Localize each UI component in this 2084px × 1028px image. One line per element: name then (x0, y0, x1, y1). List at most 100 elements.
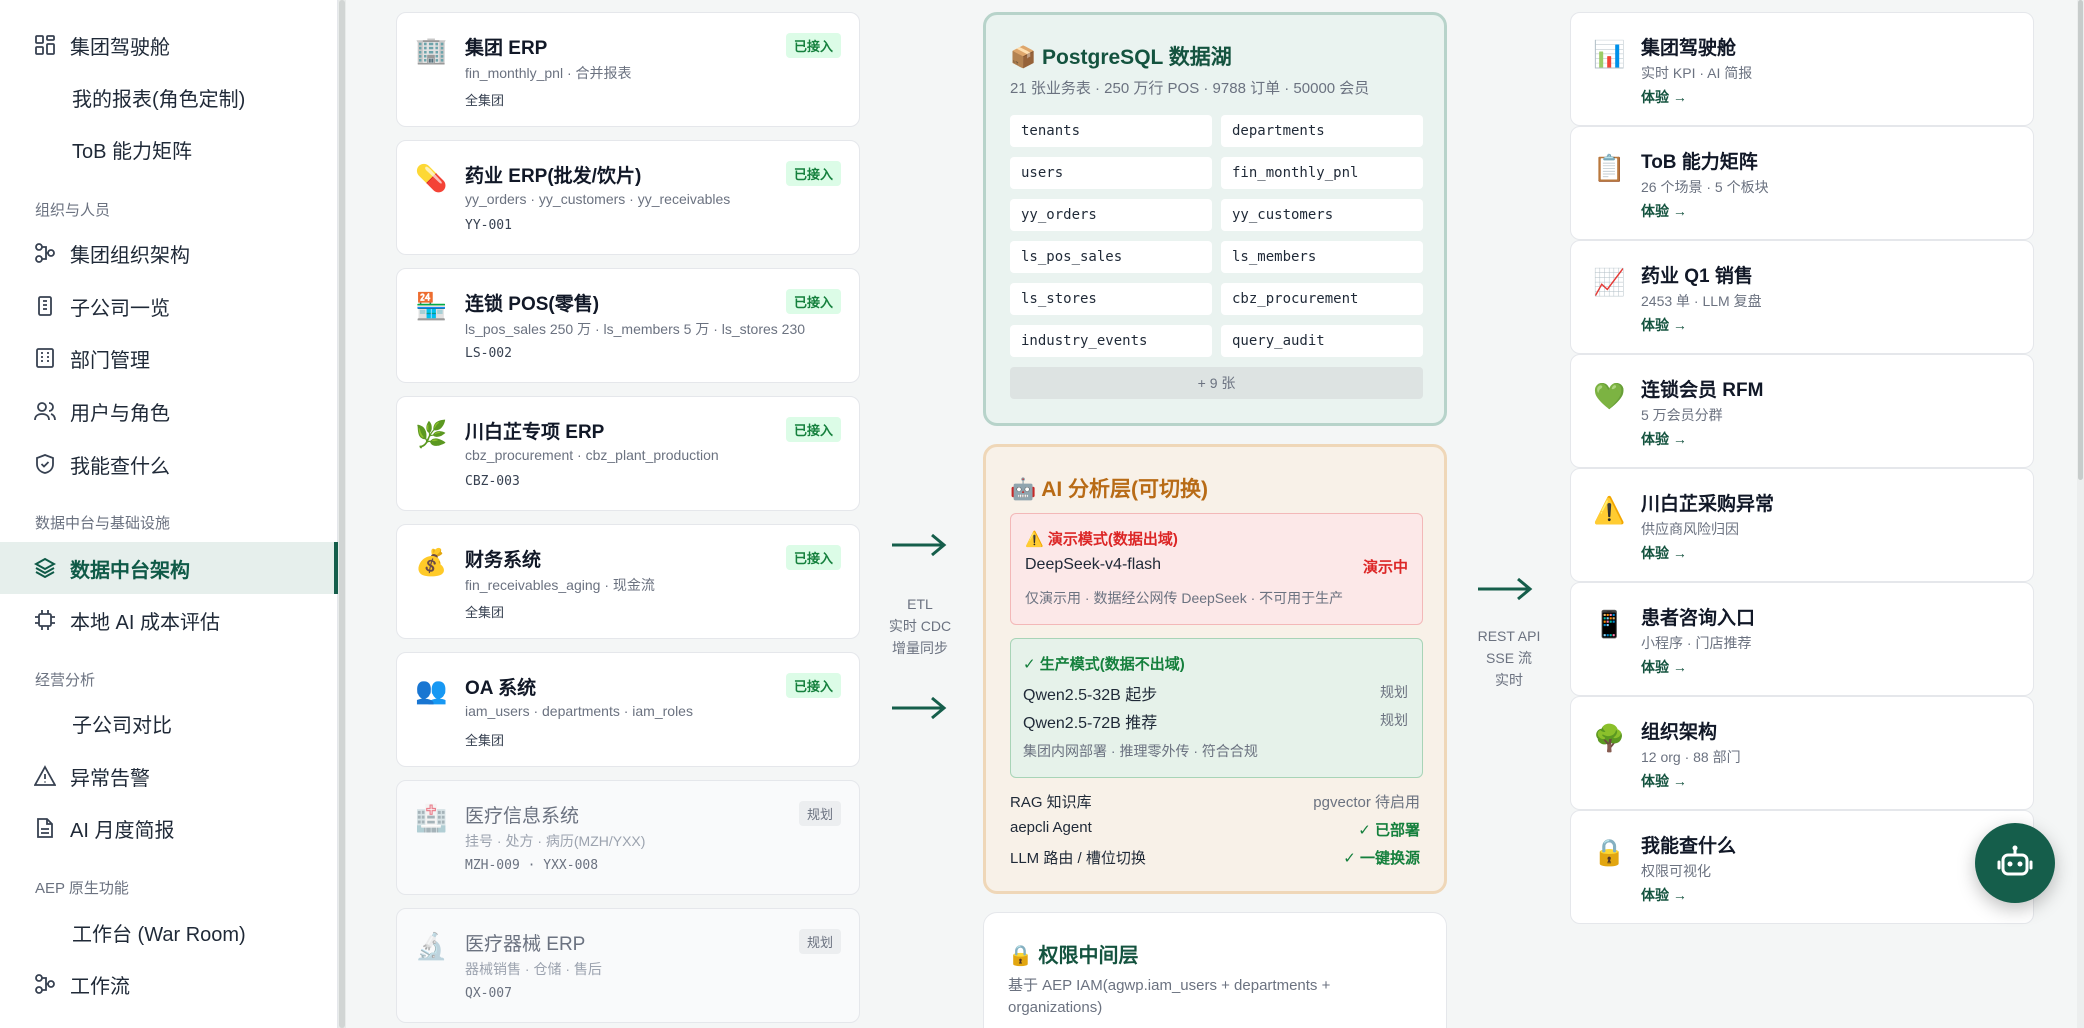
table-cell[interactable]: departments (1221, 115, 1423, 147)
nav-subsidiaries[interactable]: 子公司一览 (0, 280, 338, 332)
ai-title-text: AI 分析层(可切换) (1041, 478, 1209, 501)
flow-line: SSE 流 (1486, 650, 1532, 666)
source-card-oa[interactable]: 👥 OA 系统 已接入 iam_users · departments · ia… (396, 652, 860, 767)
robot-icon: 🤖 (1010, 478, 1037, 501)
more-tables[interactable]: + 9 张 (1010, 367, 1423, 399)
rag-label: RAG 知识库 (1010, 794, 1092, 811)
nav-org-structure[interactable]: 集团组织架构 (0, 227, 338, 279)
nav-alerts[interactable]: 异常告警 (0, 750, 338, 802)
document-icon (34, 817, 56, 839)
try-link[interactable]: 体验 → (1641, 315, 1687, 335)
agent-label: aepcli Agent (1010, 819, 1092, 836)
output-title: 组织架构 (1641, 722, 1718, 743)
source-code: CBZ-003 (465, 474, 520, 489)
table-cell[interactable]: query_audit (1221, 325, 1423, 357)
building-icon (34, 295, 56, 317)
nav-my-reports[interactable]: 我的报表(角色定制) (0, 71, 338, 123)
output-card-dashboard[interactable]: 📊 集团驾驶舱 实时 KPI · AI 简报 体验 → (1570, 12, 2034, 126)
agent-status: ✓ 已部署 (1358, 822, 1420, 839)
nav-data-architecture[interactable]: 数据中台架构 (0, 542, 338, 594)
sidebar: 集团驾驶舱 我的报表(角色定制) ToB 能力矩阵 组织与人员 集团组织架构 子… (0, 0, 338, 1028)
ai-assistant-button[interactable] (1975, 823, 2055, 903)
source-card-chain-pos[interactable]: 🏪 连锁 POS(零售) 已接入 ls_pos_sales 250 万 · ls… (396, 268, 860, 383)
production-mode-box[interactable]: ✓ 生产模式(数据不出域) Qwen2.5-32B 起步 规划 Qwen2.5-… (1010, 638, 1423, 778)
llm-router-label: LLM 路由 / 槽位切换 (1010, 850, 1146, 867)
nav-label: 工作台 (War Room) (72, 923, 246, 946)
table-cell[interactable]: ls_members (1221, 241, 1423, 273)
nav-users-roles[interactable]: 用户与角色 (0, 385, 338, 437)
table-cell[interactable]: yy_orders (1010, 199, 1212, 231)
sidebar-scrollbar-thumb[interactable] (339, 0, 345, 1028)
table-cell[interactable]: industry_events (1010, 325, 1212, 357)
ai-title: 🤖 AI 分析层(可切换) (1010, 473, 1208, 503)
nav-ai-monthly[interactable]: AI 月度简报 (0, 802, 338, 854)
try-link[interactable]: 体验 → (1641, 885, 1687, 905)
table-cell[interactable]: tenants (1010, 115, 1212, 147)
workflow-icon (34, 973, 56, 995)
table-cell[interactable]: ls_stores (1010, 283, 1212, 315)
sidebar-scrollbar[interactable] (338, 0, 346, 1028)
try-link[interactable]: 体验 → (1641, 87, 1687, 107)
try-link[interactable]: 体验 → (1641, 429, 1687, 449)
output-card-what-can-i-query[interactable]: 🔒 我能查什么 权限可视化 体验 → (1570, 810, 2034, 924)
bar-chart-icon: 📊 (1593, 39, 1626, 69)
nav-war-room[interactable]: 工作台 (War Room) (0, 906, 338, 958)
source-card-device-erp[interactable]: 🔬 医疗器械 ERP 规划 器械销售 · 仓储 · 售后 QX-007 (396, 908, 860, 1023)
source-title: 医疗信息系统 (465, 806, 580, 827)
grid-icon (34, 347, 56, 369)
try-link[interactable]: 体验 → (1641, 771, 1687, 791)
section-data-platform: 数据中台与基础设施 (35, 515, 171, 532)
source-title: OA 系统 (465, 678, 537, 699)
table-cell[interactable]: fin_monthly_pnl (1221, 157, 1423, 189)
prod-note: 集团内网部署 · 推理零外传 · 符合合规 (1023, 743, 1258, 759)
source-tables: 器械销售 · 仓储 · 售后 (465, 961, 602, 977)
mobile-phone-icon: 📱 (1593, 609, 1626, 639)
source-card-finance[interactable]: 💰 财务系统 已接入 fin_receivables_aging · 现金流 全… (396, 524, 860, 639)
status-badge: 已接入 (785, 289, 841, 314)
source-title: 集团 ERP (465, 38, 548, 59)
source-card-medical-his[interactable]: 🏥 医疗信息系统 规划 挂号 · 处方 · 病历(MZH/YXX) MZH-00… (396, 780, 860, 895)
chip-icon (34, 609, 56, 631)
demo-model: DeepSeek-v4-flash (1025, 556, 1162, 573)
try-link[interactable]: 体验 → (1641, 201, 1687, 221)
nav-label: 工作流 (70, 975, 130, 998)
nav-dashboard[interactable]: 集团驾驶舱 (0, 19, 338, 71)
output-card-tob-matrix[interactable]: 📋 ToB 能力矩阵 26 个场景 · 5 个板块 体验 → (1570, 126, 2034, 240)
try-link[interactable]: 体验 → (1641, 657, 1687, 677)
output-card-org-structure[interactable]: 🌳 组织架构 12 org · 88 部门 体验 → (1570, 696, 2034, 810)
nav-subsidiary-compare[interactable]: 子公司对比 (0, 697, 338, 749)
output-title: 我能查什么 (1641, 836, 1737, 857)
nav-workflow[interactable]: 工作流 (0, 958, 338, 1010)
nav-label: 我能查什么 (70, 455, 170, 478)
table-cell[interactable]: yy_customers (1221, 199, 1423, 231)
output-card-patient-consult[interactable]: 📱 患者咨询入口 小程序 · 门店推荐 体验 → (1570, 582, 2034, 696)
page-scrollbar[interactable] (2077, 0, 2084, 1028)
table-cell[interactable]: users (1010, 157, 1212, 189)
output-card-pharma-q1[interactable]: 📈 药业 Q1 销售 2453 单 · LLM 复盘 体验 → (1570, 240, 2034, 354)
nav-tob-matrix[interactable]: ToB 能力矩阵 (0, 123, 338, 175)
output-card-member-rfm[interactable]: 💚 连锁会员 RFM 5 万会员分群 体验 → (1570, 354, 2034, 468)
nav-local-ai-cost[interactable]: 本地 AI 成本评估 (0, 594, 338, 646)
source-card-group-erp[interactable]: 🏢 集团 ERP 已接入 fin_monthly_pnl · 合并报表 全集团 (396, 12, 860, 127)
output-desc: 2453 单 · LLM 复盘 (1641, 293, 1762, 309)
pill-icon: 💊 (415, 163, 448, 193)
try-link[interactable]: 体验 → (1641, 543, 1687, 563)
nav-what-can-i-query[interactable]: 我能查什么 (0, 438, 338, 490)
output-title: 药业 Q1 销售 (1641, 266, 1753, 287)
table-cell[interactable]: cbz_procurement (1221, 283, 1423, 315)
demo-mode-box[interactable]: ⚠️ 演示模式(数据出域) DeepSeek-v4-flash 演示中 仅演示用… (1010, 513, 1423, 625)
page-scrollbar-thumb[interactable] (2078, 0, 2083, 480)
ai-analysis-panel: 🤖 AI 分析层(可切换) ⚠️ 演示模式(数据出域) DeepSeek-v4-… (983, 444, 1447, 894)
section-aep: AEP 原生功能 (35, 880, 129, 897)
nav-departments[interactable]: 部门管理 (0, 332, 338, 384)
source-card-pharma-erp[interactable]: 💊 药业 ERP(批发/饮片) 已接入 yy_orders · yy_custo… (396, 140, 860, 255)
output-card-cbz-anomaly[interactable]: ⚠️ 川白芷采购异常 供应商风险归因 体验 → (1570, 468, 2034, 582)
pg-title: 📦 PostgreSQL 数据湖 (1010, 41, 1232, 71)
warning-icon (34, 765, 56, 787)
source-card-cbz-erp[interactable]: 🌿 川白芷专项 ERP 已接入 cbz_procurement · cbz_pl… (396, 396, 860, 511)
table-cell[interactable]: ls_pos_sales (1010, 241, 1212, 273)
prod-model-2-status: 规划 (1380, 712, 1408, 728)
warning-icon: ⚠️ (1593, 495, 1626, 525)
output-title: 患者咨询入口 (1641, 608, 1756, 629)
arrow-right-icon (892, 533, 947, 557)
